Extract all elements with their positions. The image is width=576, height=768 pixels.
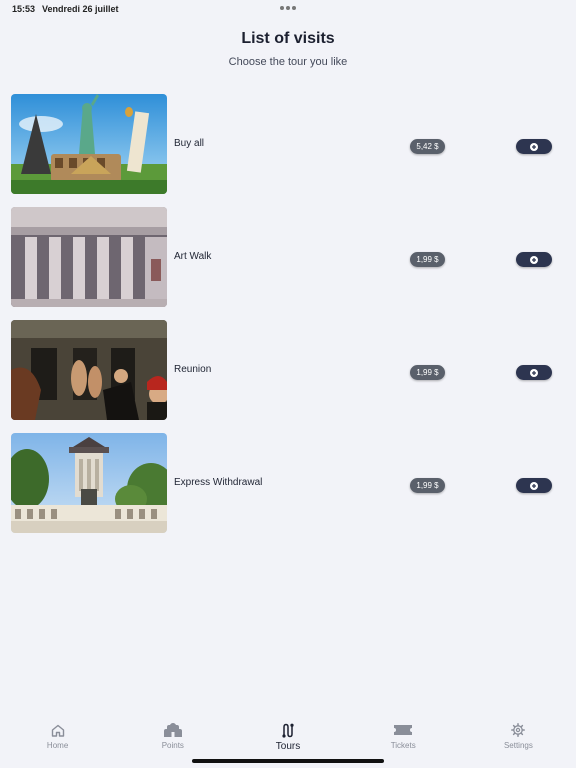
multitasking-dots-icon[interactable] bbox=[280, 6, 296, 10]
tour-row-art-walk[interactable]: Art Walk 1,99 $ bbox=[11, 207, 565, 307]
status-time: 15:53 bbox=[12, 4, 36, 14]
price-badge[interactable]: 1,99 $ bbox=[410, 365, 445, 380]
tour-row-express-withdrawal[interactable]: Express Withdrawal 1,99 $ bbox=[11, 433, 565, 533]
ticket-icon bbox=[393, 722, 413, 738]
status-bar: 15:53 Vendredi 26 juillet bbox=[0, 0, 576, 18]
tour-thumbnail-world-landmarks[interactable] bbox=[11, 94, 167, 194]
plus-circle-icon bbox=[530, 368, 538, 377]
tour-list: Buy all 5,42 $ Art Walk 1,99 $ Reunion 1… bbox=[11, 94, 565, 546]
price-badge[interactable]: 1,99 $ bbox=[410, 252, 445, 267]
tour-name: Reunion bbox=[174, 364, 212, 375]
add-to-cart-button[interactable] bbox=[516, 139, 552, 154]
page-title: List of visits bbox=[241, 30, 335, 47]
points-icon bbox=[163, 722, 183, 738]
price-badge[interactable]: 1,99 $ bbox=[410, 478, 445, 493]
price-badge[interactable]: 5,42 $ bbox=[410, 139, 445, 154]
tour-thumbnail-renaissance-painting[interactable] bbox=[11, 320, 167, 420]
tab-home[interactable]: Home bbox=[0, 716, 115, 768]
gear-icon bbox=[511, 722, 526, 738]
tab-label: Tours bbox=[275, 741, 301, 752]
add-to-cart-button[interactable] bbox=[516, 478, 552, 493]
tab-label: Home bbox=[46, 741, 69, 750]
page-subtitle: Choose the tour you like bbox=[228, 56, 348, 68]
tour-name: Express Withdrawal bbox=[174, 477, 263, 488]
tab-label: Settings bbox=[503, 741, 533, 750]
tours-icon bbox=[281, 722, 295, 738]
add-to-cart-button[interactable] bbox=[516, 365, 552, 380]
tab-label: Points bbox=[161, 741, 184, 750]
tab-settings[interactable]: Settings bbox=[461, 716, 576, 768]
status-date: Vendredi 26 juillet bbox=[42, 4, 119, 14]
tour-thumbnail-museum-columns[interactable] bbox=[11, 207, 167, 307]
plus-circle-icon bbox=[530, 481, 538, 490]
home-indicator[interactable] bbox=[192, 759, 384, 763]
tour-name: Art Walk bbox=[174, 251, 212, 262]
plus-circle-icon bbox=[530, 255, 538, 264]
tour-row-reunion[interactable]: Reunion 1,99 $ bbox=[11, 320, 565, 420]
plus-circle-icon bbox=[530, 142, 538, 151]
tab-label: Tickets bbox=[390, 741, 416, 750]
home-icon bbox=[51, 722, 65, 738]
tour-name: Buy all bbox=[174, 138, 205, 149]
tour-row-buy-all[interactable]: Buy all 5,42 $ bbox=[11, 94, 565, 194]
tour-thumbnail-park-monument[interactable] bbox=[11, 433, 167, 533]
add-to-cart-button[interactable] bbox=[516, 252, 552, 267]
